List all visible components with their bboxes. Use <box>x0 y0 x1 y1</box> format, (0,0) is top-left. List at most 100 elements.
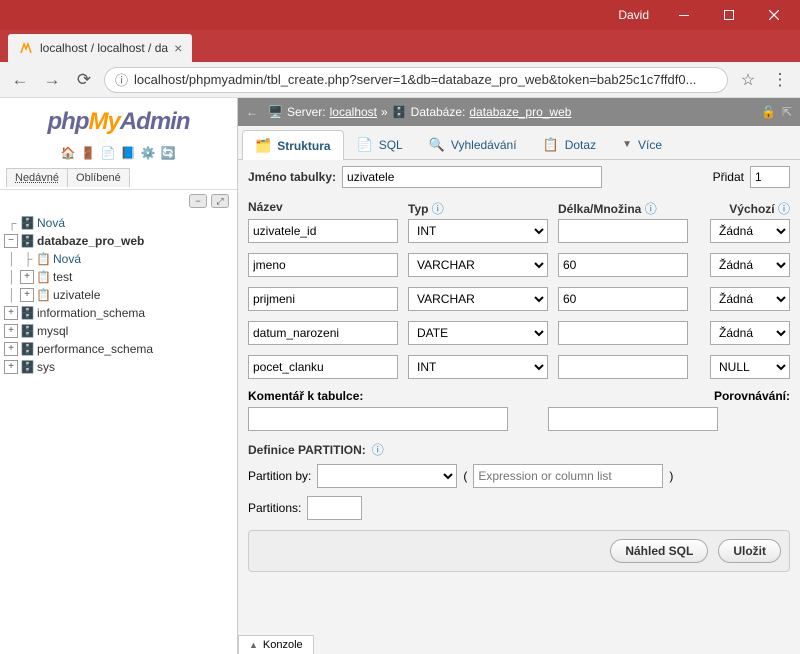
toggle-icon[interactable]: + <box>20 270 34 284</box>
field-type-select[interactable]: VARCHAR <box>408 253 548 277</box>
home-icon[interactable]: 🏠 <box>61 146 77 162</box>
logout-icon[interactable]: 🚪 <box>81 146 97 162</box>
nav-reload-button[interactable]: ⟳ <box>72 68 96 92</box>
panel-tab-favorites[interactable]: Oblíbené <box>68 168 130 187</box>
tree-db-sys[interactable]: +🗄️sys <box>4 358 233 376</box>
tree-new[interactable]: ┌🗄️Nová <box>4 214 233 232</box>
field-default-select[interactable]: Žádná <box>710 287 790 311</box>
tree-db-new[interactable]: │├📋Nová <box>4 250 233 268</box>
search-icon: 🔍 <box>429 137 445 153</box>
field-name-input[interactable] <box>248 219 398 243</box>
save-button[interactable]: Uložit <box>718 539 781 563</box>
tree-db[interactable]: −🗄️databaze_pro_web <box>4 232 233 250</box>
tree-collapse-button[interactable]: − <box>189 194 207 208</box>
lock-icon[interactable]: 🔓 <box>761 105 776 119</box>
chevron-up-icon: ▲ <box>249 640 258 650</box>
window-maximize-button[interactable] <box>706 0 751 30</box>
db-label: Databáze: <box>411 105 466 119</box>
tree-table-test[interactable]: │+📋test <box>4 268 233 286</box>
phpmyadmin-logo[interactable]: phpMyAdmin <box>0 98 237 142</box>
add-count-input[interactable] <box>750 166 790 188</box>
tree-db-perf-schema[interactable]: +🗄️performance_schema <box>4 340 233 358</box>
tab-query[interactable]: 📋Dotaz <box>530 129 610 159</box>
db-icon: 🗄️ <box>20 360 34 374</box>
main-panel: ← 🖥️ Server: localhost » 🗄️ Databáze: da… <box>238 98 800 654</box>
col-header-length: Délka/Množina <box>558 202 641 216</box>
partition-expression-input[interactable] <box>473 464 663 488</box>
pageup-icon[interactable]: ⇱ <box>782 105 792 119</box>
db-link[interactable]: databaze_pro_web <box>469 105 571 119</box>
field-length-input[interactable] <box>558 321 688 345</box>
toggle-icon[interactable]: + <box>20 288 34 302</box>
field-length-input[interactable] <box>558 219 688 243</box>
table-collation-input[interactable] <box>548 407 718 431</box>
tab-structure[interactable]: 🗂️Struktura <box>242 130 344 160</box>
server-link[interactable]: localhost <box>330 105 377 119</box>
tab-close-icon[interactable]: × <box>174 40 182 56</box>
bookmark-icon[interactable]: ☆ <box>736 68 760 92</box>
field-name-input[interactable] <box>248 355 398 379</box>
help-icon[interactable]: ⓘ <box>372 441 384 458</box>
table-new-icon: 📋 <box>36 252 50 266</box>
field-length-input[interactable] <box>558 287 688 311</box>
table-comment-input[interactable] <box>248 407 508 431</box>
db-tree: ┌🗄️Nová −🗄️databaze_pro_web │├📋Nová │+📋t… <box>0 212 237 378</box>
field-name-input[interactable] <box>248 321 398 345</box>
field-name-input[interactable] <box>248 253 398 277</box>
tree-table-uzivatele[interactable]: │+📋uzivatele <box>4 286 233 304</box>
field-type-select[interactable]: INT <box>408 355 548 379</box>
toggle-icon[interactable]: + <box>4 342 18 356</box>
url-field[interactable]: ⓘ localhost/phpmyadmin/tbl_create.php?se… <box>104 67 728 93</box>
tab-sql[interactable]: 📄SQL <box>344 129 416 159</box>
help-icon[interactable]: ⓘ <box>645 202 657 216</box>
preview-sql-button[interactable]: Náhled SQL <box>610 539 708 563</box>
partition-by-select[interactable] <box>317 464 457 488</box>
sql-icon: 📄 <box>357 137 373 153</box>
partitions-label: Partitions: <box>248 501 301 515</box>
toggle-icon[interactable]: − <box>4 234 18 248</box>
reload-icon[interactable]: 🔄 <box>161 146 177 162</box>
field-length-input[interactable] <box>558 355 688 379</box>
table-name-input[interactable] <box>342 166 602 188</box>
help-icon[interactable]: ⓘ <box>432 202 444 216</box>
field-type-select[interactable]: INT <box>408 219 548 243</box>
window-close-button[interactable] <box>751 0 796 30</box>
sql-icon[interactable]: 📄 <box>101 146 117 162</box>
settings-icon[interactable]: ⚙️ <box>141 146 157 162</box>
tree-db-info-schema[interactable]: +🗄️information_schema <box>4 304 233 322</box>
site-info-icon[interactable]: ⓘ <box>115 70 128 89</box>
partitions-count-input[interactable] <box>307 496 362 520</box>
toggle-icon[interactable]: + <box>4 306 18 320</box>
field-default-select[interactable]: Žádná <box>710 219 790 243</box>
db-new-icon: 🗄️ <box>20 216 34 230</box>
url-text: localhost/phpmyadmin/tbl_create.php?serv… <box>134 72 696 87</box>
nav-forward-button[interactable]: → <box>40 68 64 92</box>
help-icon[interactable]: ⓘ <box>778 202 790 216</box>
tab-more[interactable]: ▼Více <box>609 129 675 159</box>
field-type-select[interactable]: VARCHAR <box>408 287 548 311</box>
docs-icon[interactable]: 📘 <box>121 146 137 162</box>
field-default-select[interactable]: Žádná <box>710 253 790 277</box>
window-minimize-button[interactable] <box>661 0 706 30</box>
col-header-name: Název <box>248 200 398 217</box>
toggle-icon[interactable]: + <box>4 324 18 338</box>
console-toggle[interactable]: ▲ Konzole <box>238 635 314 654</box>
query-icon: 📋 <box>543 137 559 153</box>
tree-db-mysql[interactable]: +🗄️mysql <box>4 322 233 340</box>
field-default-select[interactable]: Žádná <box>710 321 790 345</box>
field-default-select[interactable]: NULL <box>710 355 790 379</box>
panel-tab-recent[interactable]: Nedávné <box>6 168 68 187</box>
browser-tab[interactable]: localhost / localhost / da × <box>8 34 192 62</box>
tree-expand-button[interactable]: ⤢ <box>211 194 229 208</box>
field-row: VARCHAR Žádná <box>248 287 790 311</box>
tab-search[interactable]: 🔍Vyhledávání <box>416 129 530 159</box>
toggle-icon[interactable]: + <box>4 360 18 374</box>
collapse-icon[interactable]: ← <box>246 105 258 119</box>
field-length-input[interactable] <box>558 253 688 277</box>
nav-back-button[interactable]: ← <box>8 68 32 92</box>
tab-title: localhost / localhost / da <box>40 41 168 55</box>
field-name-input[interactable] <box>248 287 398 311</box>
field-type-select[interactable]: DATE <box>408 321 548 345</box>
top-tabs: 🗂️Struktura 📄SQL 🔍Vyhledávání 📋Dotaz ▼Ví… <box>238 126 800 160</box>
browser-menu-icon[interactable]: ⋮ <box>768 68 792 92</box>
